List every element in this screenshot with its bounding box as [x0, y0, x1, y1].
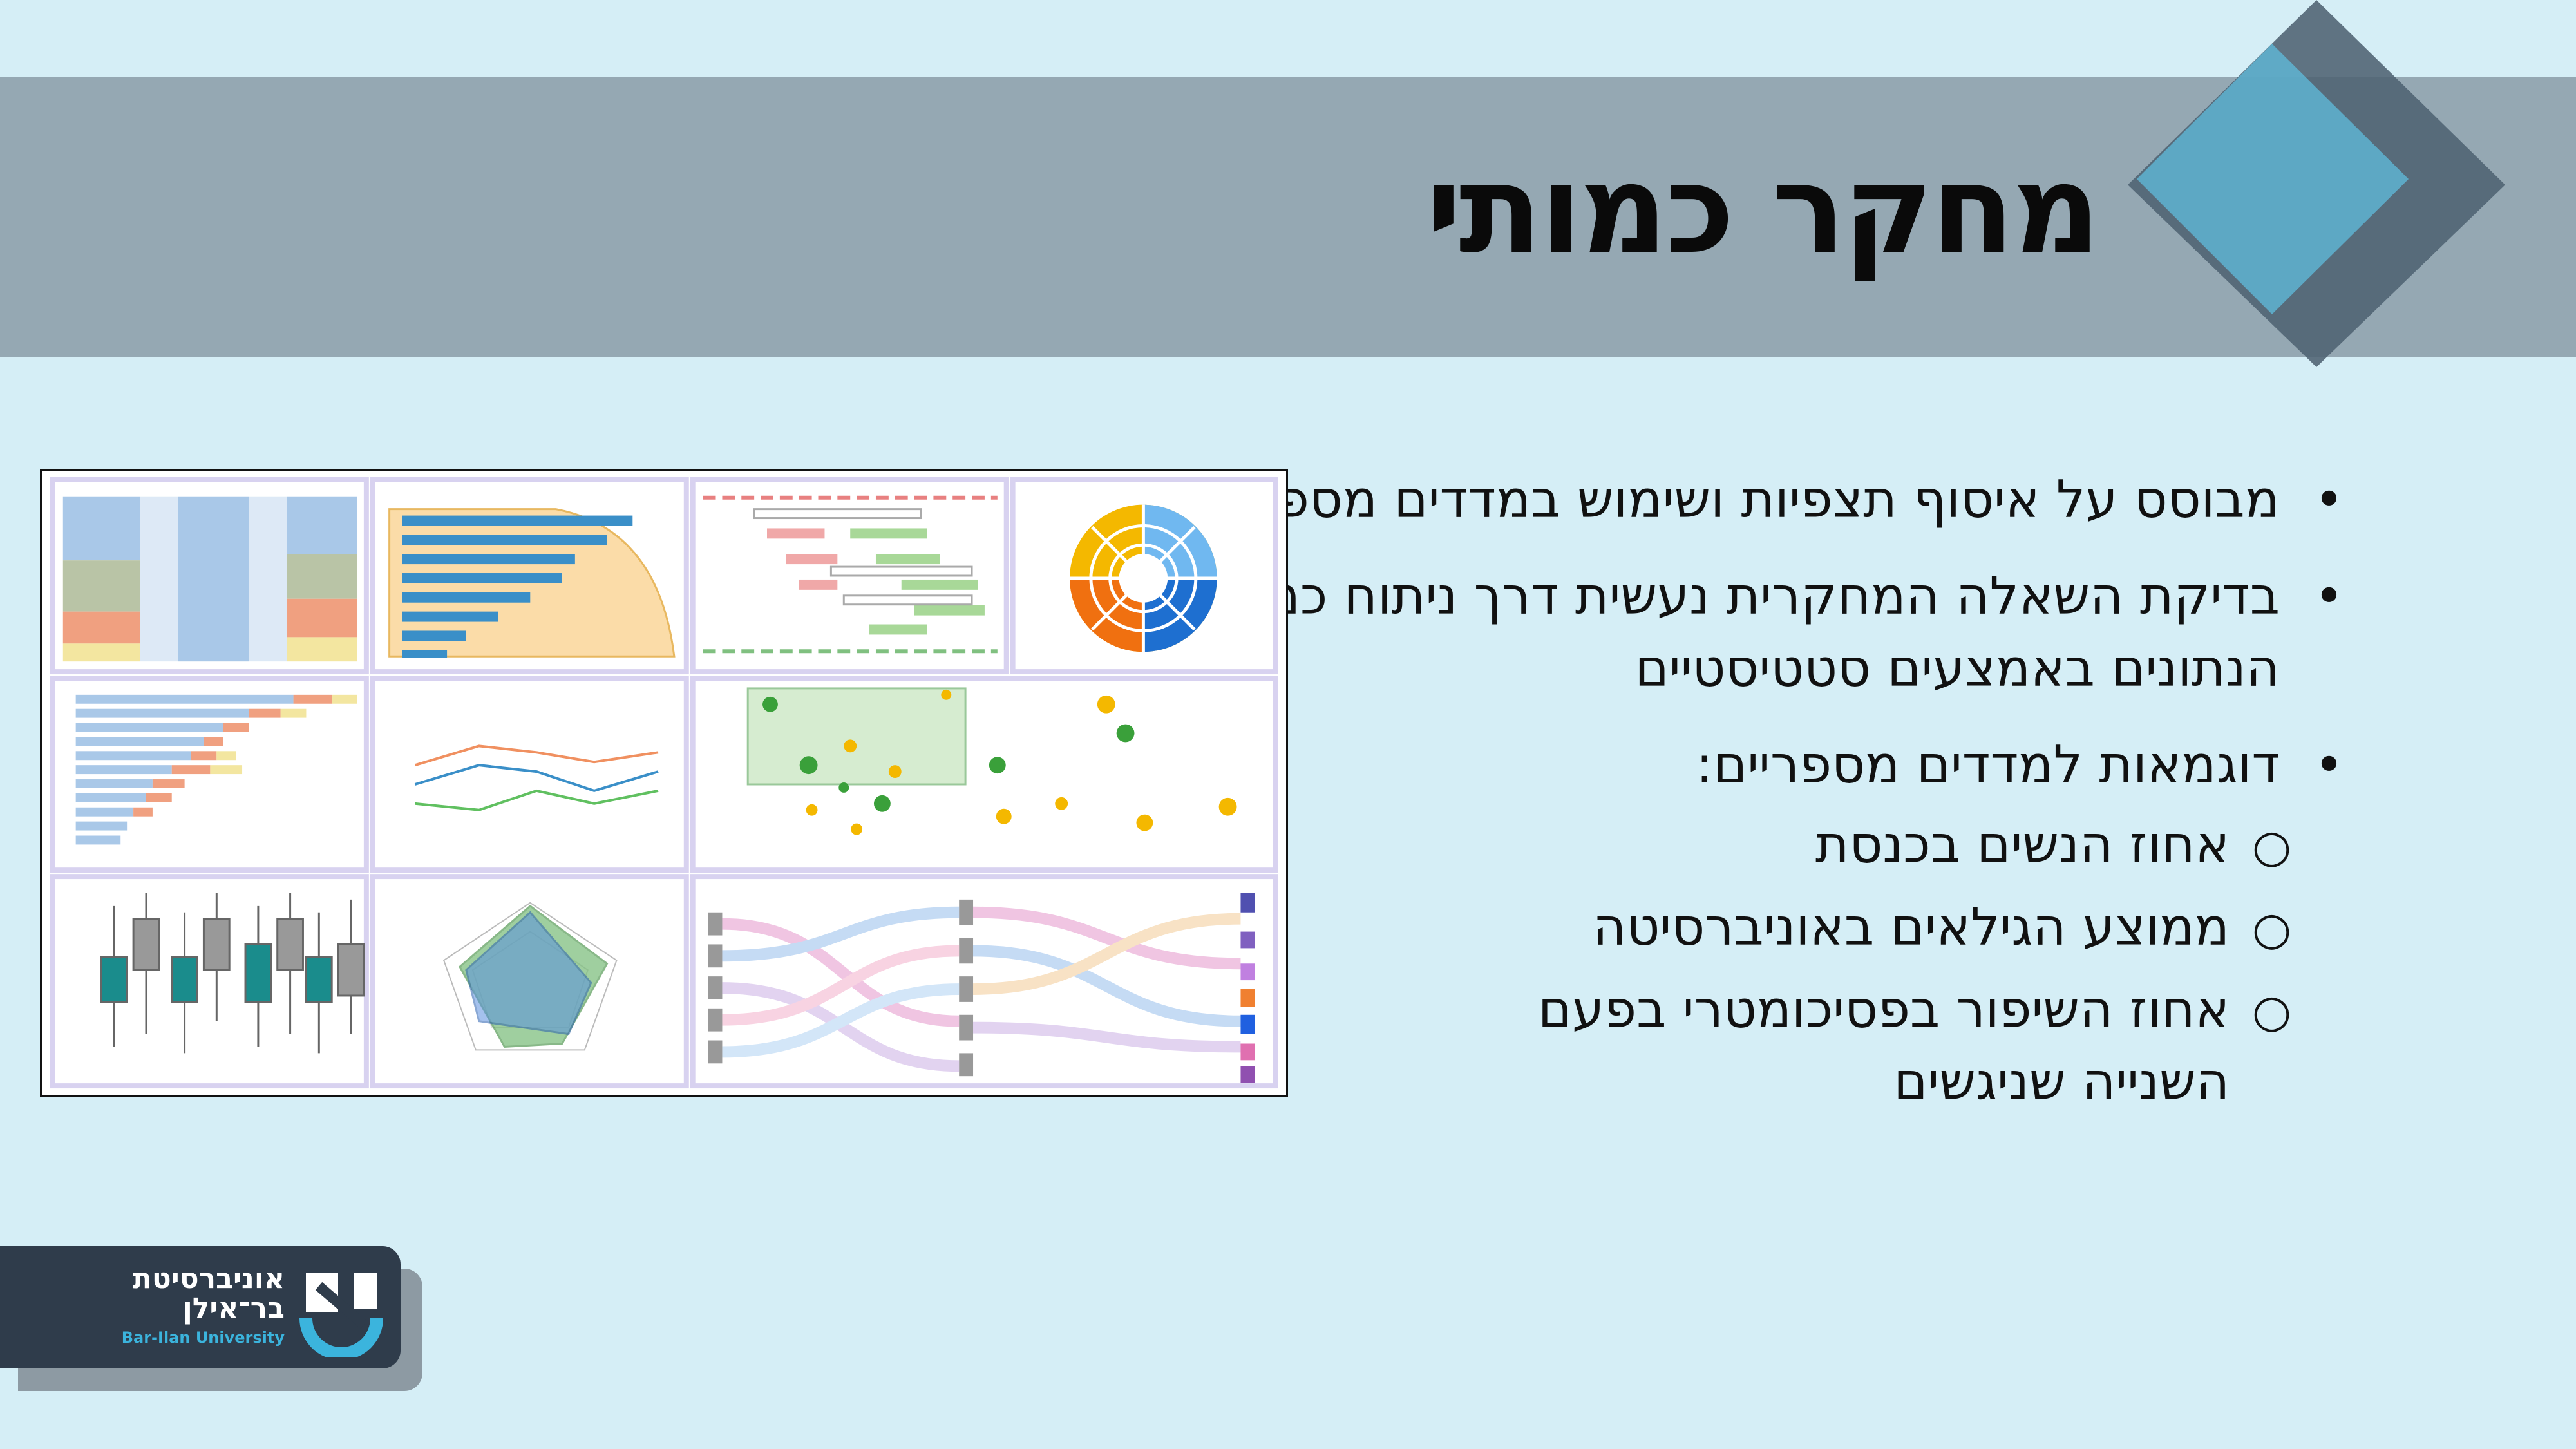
- logo-english-text: Bar-Ilan University: [121, 1329, 285, 1347]
- alluvial-panel: [62, 496, 357, 662]
- sub-bullet-text: אחוז הנשים בכנסת: [1815, 815, 2230, 875]
- sub-bullet-ring: ○: [2251, 820, 2291, 873]
- sub-bullet-ring: ○: [2251, 902, 2291, 955]
- sub-bullet-text: ממוצע הגילאים באוניברסיטה: [1593, 897, 2230, 957]
- bullet-dot: •: [2313, 566, 2344, 626]
- slide-title: מחקר כמותי: [1425, 138, 2101, 281]
- logo-hebrew-text: אוניברסיטת בר־אילן: [133, 1264, 285, 1323]
- sub-bullet-text: אחוז השיפור בפסיכומטרי בפעם השנייה שניגש…: [1537, 980, 2230, 1112]
- sub-bullet-item: ○ אחוז השיפור בפסיכומטרי בפעם השנייה שניג…: [1399, 974, 2325, 1118]
- university-logo: אוניברסיטת בר־אילן Bar-Ilan University: [0, 1246, 401, 1368]
- logo-line-2: בר־אילן: [182, 1292, 285, 1325]
- bullet-text: מבוסס על איסוף תצפיות ושימוש במדדים מספר…: [1190, 469, 2280, 529]
- dashboard-charts-image: [40, 469, 1288, 1097]
- decorative-diamonds: [2128, 0, 2505, 367]
- sunburst-panel: [1070, 504, 1217, 652]
- logo-line-1: אוניברסיטת: [132, 1262, 285, 1295]
- sub-bullet-ring: ○: [2251, 985, 2291, 1037]
- bullet-dot: •: [2313, 469, 2344, 529]
- bar-ilan-emblem-icon: [299, 1273, 383, 1357]
- bullet-text: בדיקת השאלה המחקרית נעשית דרך ניתוח כמות…: [1123, 566, 2280, 698]
- bullet-text: דוגמאות למדדים מספריים:: [1696, 735, 2280, 795]
- bullet-dot: •: [2313, 735, 2344, 795]
